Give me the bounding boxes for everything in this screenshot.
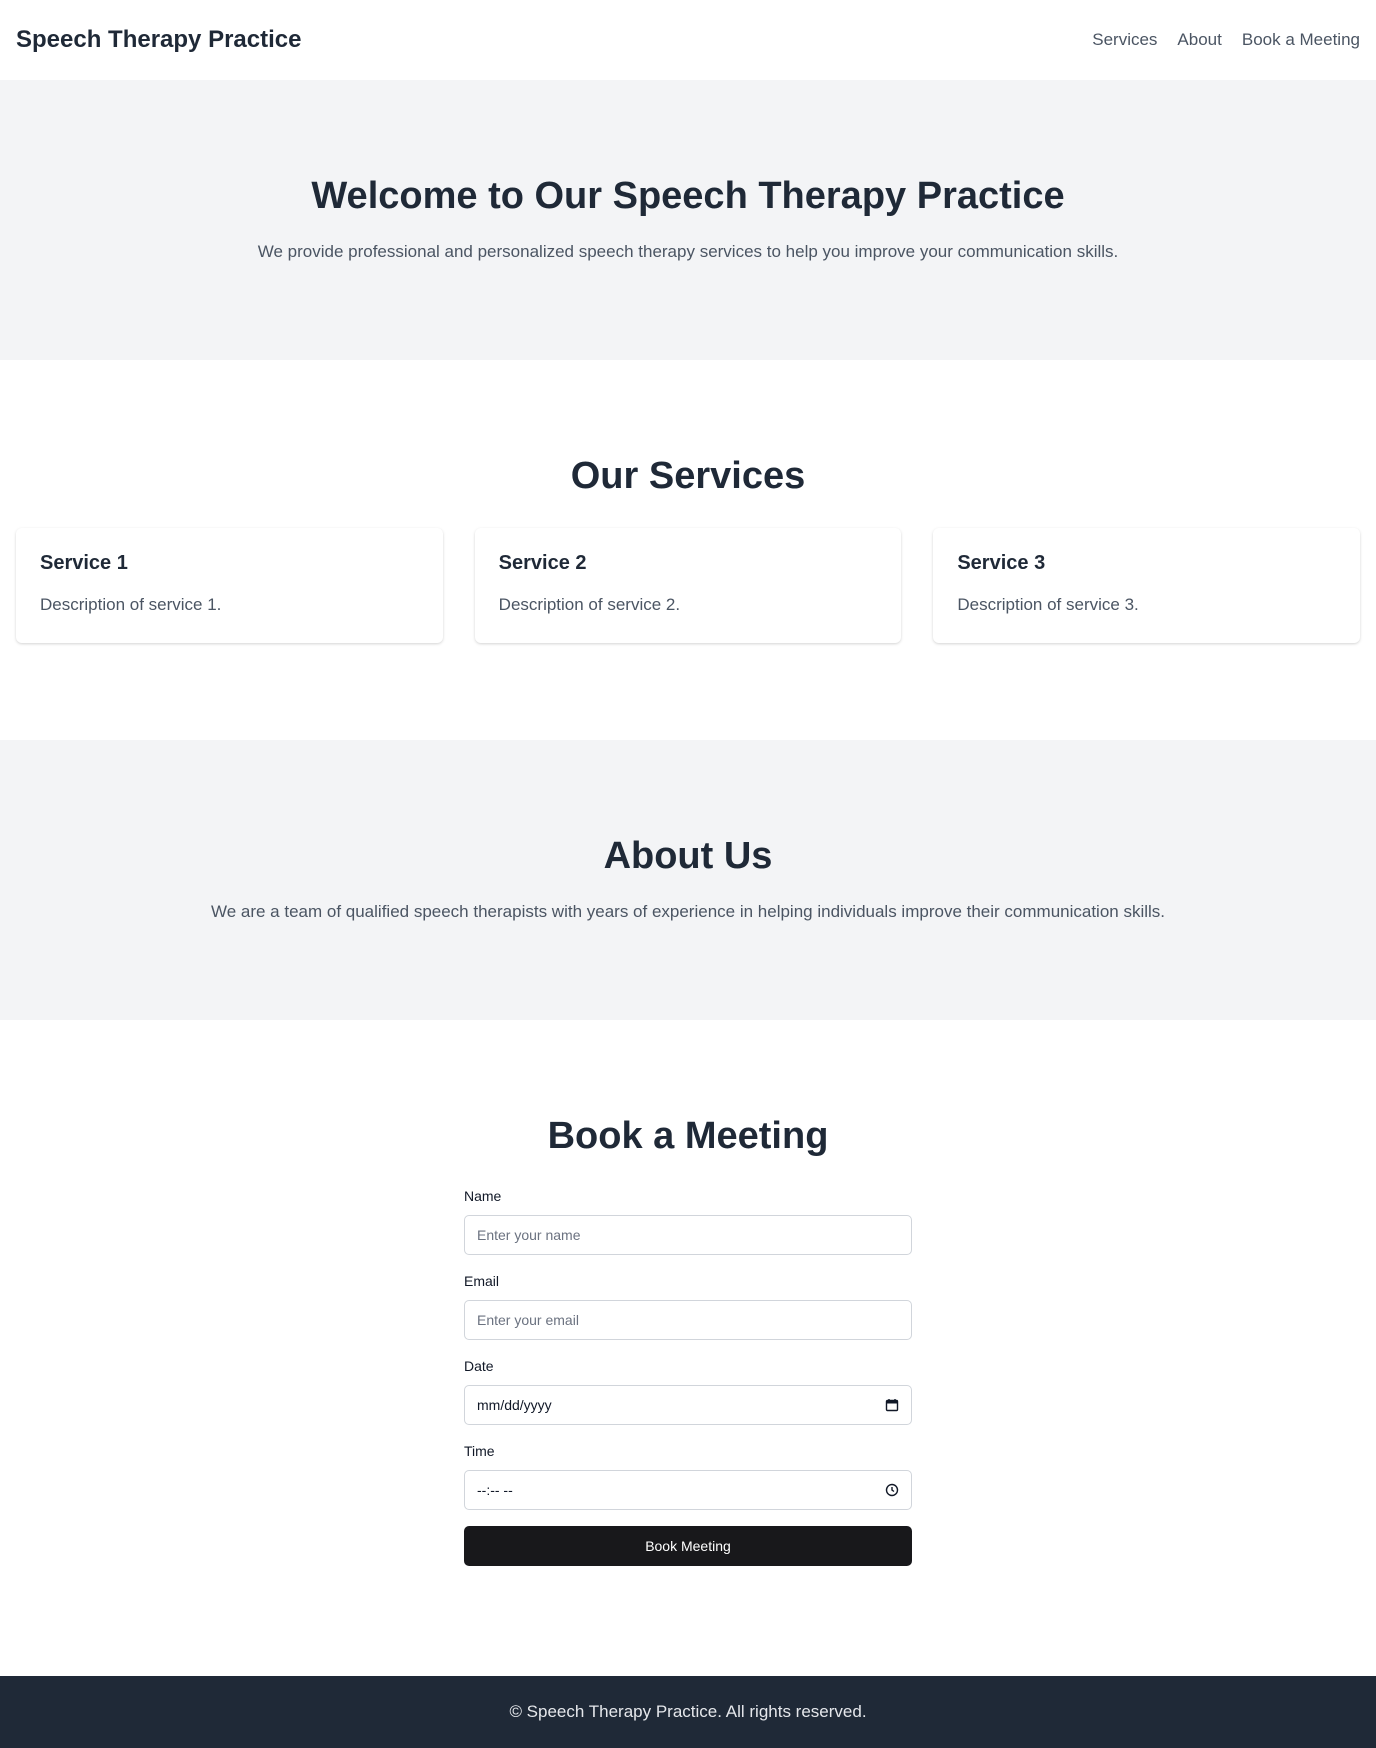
service-card: Service 3 Description of service 3. xyxy=(933,528,1361,643)
site-header: Speech Therapy Practice Services About B… xyxy=(0,0,1376,80)
book-meeting-button[interactable]: Book Meeting xyxy=(464,1526,912,1566)
hero-title: Welcome to Our Speech Therapy Practice xyxy=(311,175,1065,217)
date-label: Date xyxy=(464,1358,494,1374)
name-input[interactable] xyxy=(464,1215,912,1255)
nav-link-about[interactable]: About xyxy=(1177,30,1221,50)
main-nav: Services About Book a Meeting xyxy=(1092,30,1360,50)
nav-link-book-meeting[interactable]: Book a Meeting xyxy=(1242,30,1360,50)
hero-section: Welcome to Our Speech Therapy Practice W… xyxy=(0,80,1376,360)
calendar-icon[interactable] xyxy=(885,1398,899,1412)
email-label: Email xyxy=(464,1273,500,1289)
name-field-group: Name xyxy=(464,1188,912,1255)
about-text: We are a team of qualified speech therap… xyxy=(210,902,1166,921)
time-value: --:-- -- xyxy=(477,1482,513,1498)
services-title: Our Services xyxy=(570,455,806,497)
time-field-group: Time --:-- -- xyxy=(464,1443,912,1510)
footer-copyright: © Speech Therapy Practice. All rights re… xyxy=(509,1702,867,1721)
booking-form: Name Email Date mm/dd/yyyy Time --:-- - xyxy=(464,1188,912,1566)
booking-title: Book a Meeting xyxy=(547,1115,829,1157)
service-card-title: Service 2 xyxy=(498,552,587,574)
service-card: Service 1 Description of service 1. xyxy=(16,528,443,643)
hero-subtitle: We provide professional and personalized… xyxy=(257,242,1119,261)
service-card-title: Service 1 xyxy=(40,552,128,574)
date-field-group: Date mm/dd/yyyy xyxy=(464,1358,912,1425)
service-card-description: Description of service 2. xyxy=(498,595,681,614)
time-label: Time xyxy=(464,1443,495,1459)
email-input[interactable] xyxy=(464,1300,912,1340)
date-input[interactable]: mm/dd/yyyy xyxy=(464,1385,912,1425)
date-value: mm/dd/yyyy xyxy=(477,1397,552,1413)
brand-logo[interactable]: Speech Therapy Practice xyxy=(16,26,301,54)
about-title: About Us xyxy=(603,835,773,877)
booking-section: Book a Meeting Name Email Date mm/dd/yyy… xyxy=(0,1020,1376,1676)
service-card-description: Description of service 3. xyxy=(957,595,1139,614)
name-label: Name xyxy=(464,1188,502,1204)
service-card-title: Service 3 xyxy=(957,552,1046,574)
services-section: Our Services Service 1 Description of se… xyxy=(0,360,1376,740)
service-card-description: Description of service 1. xyxy=(40,595,222,614)
services-cards: Service 1 Description of service 1. Serv… xyxy=(0,528,1376,643)
about-section: About Us We are a team of qualified spee… xyxy=(0,740,1376,1020)
service-card: Service 2 Description of service 2. xyxy=(474,528,902,643)
site-footer: © Speech Therapy Practice. All rights re… xyxy=(0,1676,1376,1748)
nav-link-services[interactable]: Services xyxy=(1092,30,1157,50)
clock-icon[interactable] xyxy=(885,1483,899,1497)
email-field-group: Email xyxy=(464,1273,912,1340)
time-input[interactable]: --:-- -- xyxy=(464,1470,912,1510)
